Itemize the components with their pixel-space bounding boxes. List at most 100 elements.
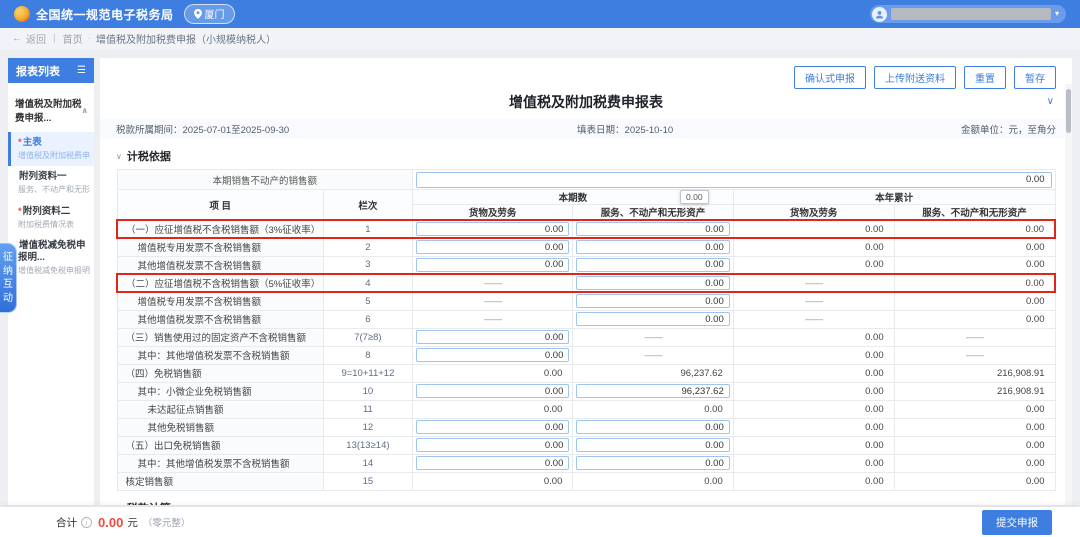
scrollbar-thumb[interactable] [1066, 89, 1071, 133]
sidebar-item-attachment-1[interactable]: 附列资料一 服务、不动产和无形资产扣... [8, 166, 94, 200]
amount-input[interactable] [576, 456, 729, 470]
amount-input[interactable] [416, 420, 569, 434]
amount-cell [412, 238, 572, 256]
amount-input[interactable] [576, 276, 729, 290]
sidebar-item-label: 附列资料二 [23, 206, 71, 217]
table-row: 其中：其他增值税发票不含税销售额140.000.00 [117, 454, 1055, 472]
amount-cell: —— [573, 346, 733, 364]
scrollbar-track[interactable] [1065, 84, 1072, 505]
table-row: 其他免税销售额120.000.00 [117, 418, 1055, 436]
amount-input[interactable] [576, 312, 729, 326]
real-estate-sales-input[interactable] [416, 172, 1052, 188]
amount-input[interactable] [416, 438, 569, 452]
table-row: （三）销售使用过的固定资产不含税销售额7(7≥8)——0.00—— [117, 328, 1055, 346]
tax-bureau-logo [14, 6, 30, 22]
row-label: 其他免税销售额 [117, 418, 323, 436]
row-label: 增值税专用发票不含税销售额 [117, 292, 323, 310]
back-button[interactable]: ← 返回 [12, 31, 46, 46]
breadcrumb-current: 增值税及附加税费申报（小规模纳税人） [96, 31, 276, 46]
row-column-number: 4 [323, 274, 412, 292]
redacted-username [891, 8, 1051, 20]
section-tax-calculation: ∨ 税款计算 [116, 500, 1056, 506]
amount-input[interactable] [576, 384, 729, 398]
amount-input[interactable] [416, 348, 569, 362]
amount-cell: 0.00 [412, 400, 572, 418]
amount-cell: 0.00 [894, 400, 1055, 418]
table-row: 增值税专用发票不含税销售额5————0.00 [117, 292, 1055, 310]
tax-period: 税款所属期间：2025-07-01至2025-09-30 [116, 122, 289, 136]
location-selector[interactable]: 厦门 [184, 4, 235, 24]
form-meta-row: 税款所属期间：2025-07-01至2025-09-30 填表日期：2025-1… [100, 119, 1072, 139]
row-label: 核定销售额 [117, 472, 323, 490]
amount-cell: 0.00 [733, 364, 894, 382]
table-header-row: 项 目 栏次 本期数 本年累计 [117, 190, 1055, 205]
amount-cell: 0.00 [733, 454, 894, 472]
amount-cell: 0.00 [733, 472, 894, 490]
menu-icon[interactable]: ☰ [77, 65, 86, 76]
upload-attachments-button[interactable]: 上传附送资料 [874, 66, 956, 89]
table-row: 增值税专用发票不含税销售额20.000.00 [117, 238, 1055, 256]
sidebar-item-tax-reduction[interactable]: 增值税减免税申报明... 增值税减免税申报明细表 [8, 235, 94, 281]
amount-cell: —— [412, 274, 572, 292]
amount-cell: —— [894, 328, 1055, 346]
table-row: （二）应征增值税不含税销售额（5%征收率）4————0.00 [117, 274, 1055, 292]
amount-cell [412, 436, 572, 454]
sidebar-item-label: 主表 [23, 137, 42, 148]
row-column-number: 9=10+11+12 [323, 364, 412, 382]
user-account-menu[interactable]: ▾ [870, 5, 1066, 23]
amount-cell [573, 310, 733, 328]
total-label: 合计 [56, 515, 77, 530]
real-estate-sales-label: 本期销售不动产的销售额 [117, 170, 412, 190]
row-label: 其中：其他增值税发票不含税销售额 [117, 346, 323, 364]
total-amount: 0.00 [98, 515, 123, 530]
reset-button[interactable]: 重置 [964, 66, 1006, 89]
amount-cell [573, 220, 733, 238]
amount-input[interactable] [416, 222, 569, 236]
amount-cell: 0.00 [733, 400, 894, 418]
amount-input[interactable] [416, 456, 569, 470]
row-label: （五）出口免税销售额 [117, 436, 323, 454]
sidebar-item-sublabel: 服务、不动产和无形资产扣... [18, 185, 90, 195]
confirm-declaration-button[interactable]: 确认式申报 [794, 66, 866, 89]
amount-input[interactable] [576, 240, 729, 254]
table-row: 其他增值税发票不含税销售额6————0.00 [117, 310, 1055, 328]
amount-input[interactable] [576, 420, 729, 434]
amount-input[interactable] [576, 438, 729, 452]
amount-cell: 0.00 [894, 472, 1055, 490]
collapse-form-chevron-icon[interactable]: ∨ [1047, 96, 1054, 107]
amount-input[interactable] [576, 258, 729, 272]
tax-interaction-tab[interactable]: 征纳互动 [0, 243, 17, 313]
avatar [872, 7, 887, 22]
user-icon [875, 10, 884, 19]
amount-input[interactable] [576, 294, 729, 308]
declaration-form-panel: 确认式申报 上传附送资料 重置 暂存 增值税及附加税费申报表 ∨ 税款所属期间：… [100, 58, 1072, 505]
row-label: 其他增值税发票不含税销售额 [117, 310, 323, 328]
sidebar-item-attachment-2[interactable]: *附列资料二 附加税费情况表 [8, 201, 94, 235]
chevron-down-icon[interactable]: ∨ [116, 503, 122, 505]
info-icon[interactable]: i [81, 517, 92, 528]
amount-input[interactable] [416, 240, 569, 254]
row-column-number: 11 [323, 400, 412, 418]
sidebar-item-sublabel: 增值税及附加税费申报表 [18, 151, 90, 161]
amount-cell: —— [733, 274, 894, 292]
amount-input[interactable] [416, 330, 569, 344]
row-column-number: 5 [323, 292, 412, 310]
amount-input[interactable] [416, 384, 569, 398]
amount-input[interactable] [416, 258, 569, 272]
subheader-goods: 货物及劳务 [733, 205, 894, 221]
subheader-services: 服务、不动产和无形资产 [894, 205, 1055, 221]
amount-input[interactable] [576, 222, 729, 236]
input-tooltip: 0.00 [680, 190, 709, 204]
sidebar-group[interactable]: 增值税及附加税费申报... ∧ [8, 96, 94, 132]
submit-declaration-button[interactable]: 提交申报 [982, 510, 1052, 535]
breadcrumb-home[interactable]: 首页 [63, 31, 83, 46]
save-draft-button[interactable]: 暂存 [1014, 66, 1056, 89]
col-header-ytd: 本年累计 [733, 190, 1055, 205]
amount-cell: 0.00 [894, 418, 1055, 436]
back-arrow-icon: ← [12, 33, 22, 44]
sidebar-item-main-form[interactable]: *主表 增值税及附加税费申报表 [8, 132, 94, 166]
amount-cell: 0.00 [894, 436, 1055, 454]
chevron-down-icon[interactable]: ∨ [116, 152, 122, 161]
amount-cell: 0.00 [733, 328, 894, 346]
table-row: 其中：小微企业免税销售额100.00216,908.91 [117, 382, 1055, 400]
